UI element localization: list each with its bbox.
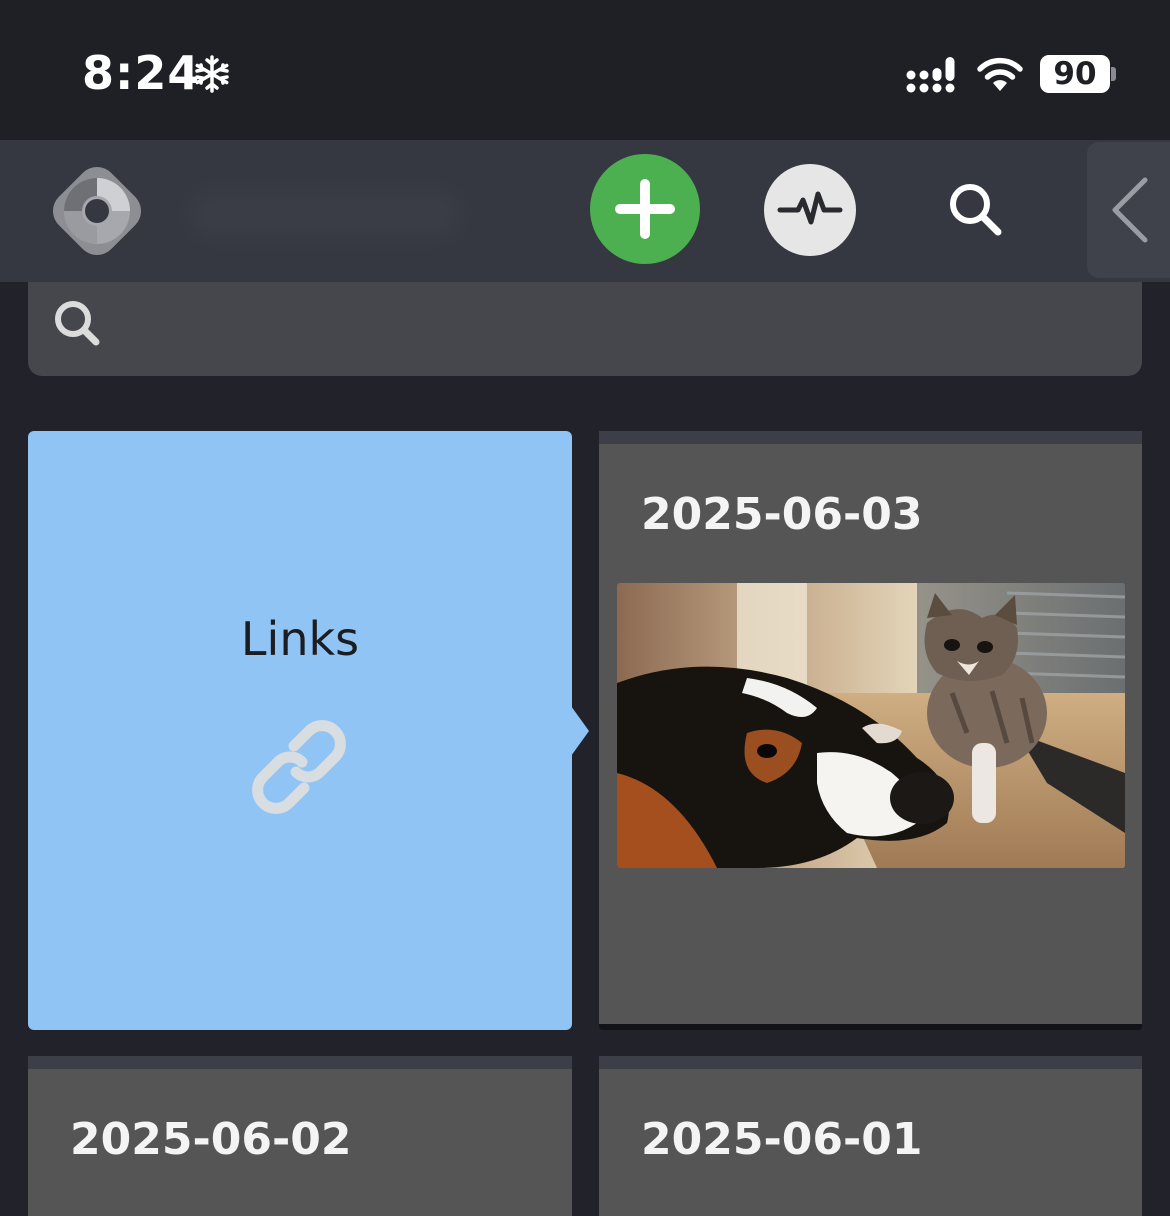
snowflake-icon bbox=[195, 55, 229, 93]
chevron-left-icon bbox=[1112, 177, 1148, 243]
date-card[interactable]: 2025-06-02 bbox=[28, 1056, 572, 1216]
wifi-icon bbox=[977, 57, 1023, 91]
battery-indicator: 90 bbox=[1040, 55, 1110, 93]
selection-pointer bbox=[571, 706, 589, 756]
link-icon bbox=[252, 720, 346, 814]
search-input[interactable] bbox=[138, 302, 1098, 356]
collapse-panel-button[interactable] bbox=[1087, 142, 1170, 278]
status-bar: 8:24 90 bbox=[0, 0, 1170, 140]
card-date-label: 2025-06-01 bbox=[641, 1114, 923, 1165]
dog-and-kitten-photo[interactable] bbox=[617, 583, 1125, 868]
date-card[interactable]: 2025-06-01 bbox=[599, 1056, 1142, 1216]
status-time: 8:24 bbox=[82, 46, 201, 100]
blurred-account-name bbox=[190, 190, 460, 238]
add-button[interactable] bbox=[590, 154, 700, 264]
search-field-icon bbox=[55, 301, 100, 346]
card-date-label: 2025-06-02 bbox=[70, 1114, 352, 1165]
search-bar[interactable] bbox=[28, 282, 1142, 376]
search-icon[interactable] bbox=[938, 174, 1010, 246]
activity-icon bbox=[777, 191, 843, 225]
battery-nub bbox=[1111, 67, 1116, 81]
plus-icon bbox=[615, 179, 675, 239]
cellular-signal-icon bbox=[906, 57, 955, 93]
app-logo-icon[interactable] bbox=[42, 156, 152, 266]
links-card-title: Links bbox=[240, 612, 360, 666]
card-date-label: 2025-06-03 bbox=[641, 489, 923, 540]
activity-button[interactable] bbox=[764, 164, 856, 256]
